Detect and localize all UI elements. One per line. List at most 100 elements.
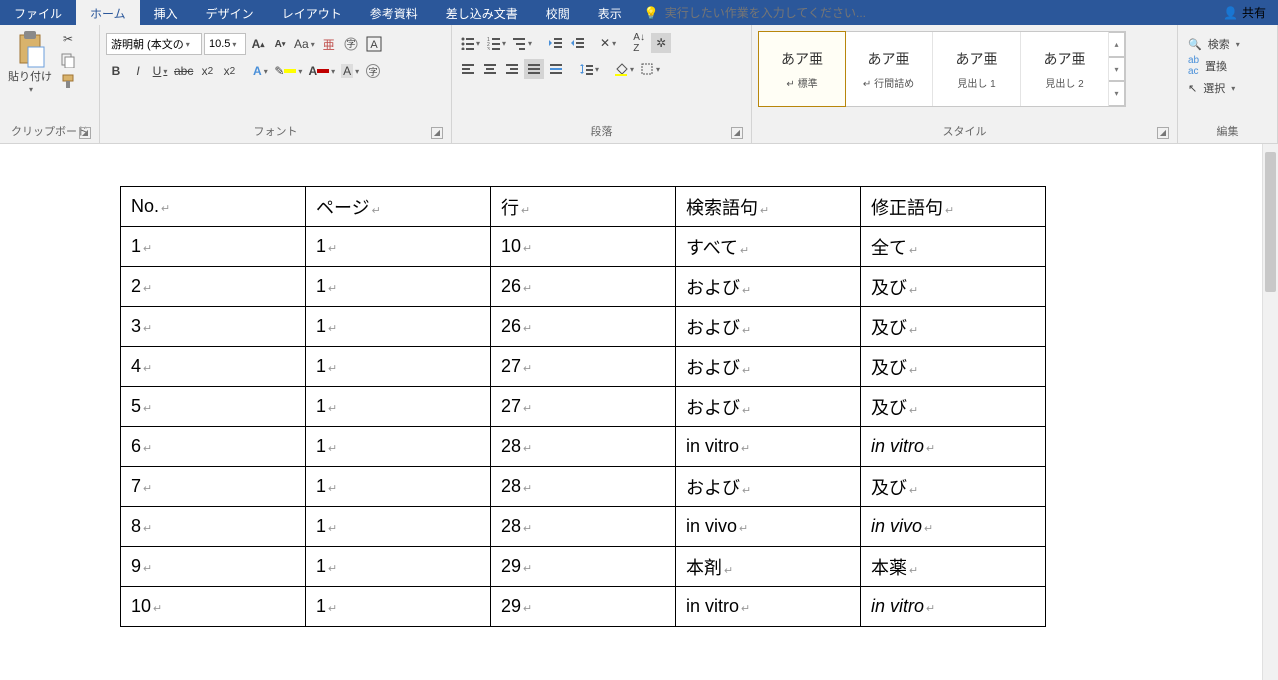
- select-button[interactable]: ↖選択▾: [1184, 77, 1239, 99]
- table-header[interactable]: 検索語句↵: [676, 187, 861, 227]
- shrink-font-button[interactable]: A▾: [270, 34, 290, 54]
- table-cell[interactable]: 全て↵: [861, 227, 1046, 267]
- font-size-combo[interactable]: 10.5: [204, 33, 246, 55]
- table-cell[interactable]: 1↵: [306, 307, 491, 347]
- font-dialog-launcher[interactable]: ◢: [431, 127, 443, 139]
- table-header[interactable]: ページ↵: [306, 187, 491, 227]
- table-row[interactable]: 6↵1↵28↵in vitro↵in vitro↵: [121, 427, 1046, 467]
- tab-mailings[interactable]: 差し込み文書: [432, 0, 532, 25]
- tab-references[interactable]: 参考資料: [356, 0, 432, 25]
- subscript-button[interactable]: x2: [197, 61, 217, 81]
- table-row[interactable]: 5↵1↵27↵および↵及び↵: [121, 387, 1046, 427]
- table-cell[interactable]: 本薬↵: [861, 547, 1046, 587]
- table-row[interactable]: 7↵1↵28↵および↵及び↵: [121, 467, 1046, 507]
- table-cell[interactable]: in vitro↵: [676, 587, 861, 627]
- table-cell[interactable]: 6↵: [121, 427, 306, 467]
- table-cell[interactable]: 及び↵: [861, 347, 1046, 387]
- table-row[interactable]: 2↵1↵26↵および↵及び↵: [121, 267, 1046, 307]
- highlight-button[interactable]: ✎: [272, 61, 304, 81]
- table-cell[interactable]: 及び↵: [861, 267, 1046, 307]
- align-center-button[interactable]: [480, 59, 500, 79]
- table-cell[interactable]: 29↵: [491, 547, 676, 587]
- format-painter-button[interactable]: [58, 71, 78, 91]
- table-cell[interactable]: 8↵: [121, 507, 306, 547]
- bullets-button[interactable]: [458, 33, 482, 53]
- style-heading1[interactable]: あア亜見出し 1: [933, 32, 1021, 106]
- table-cell[interactable]: 3↵: [121, 307, 306, 347]
- table-row[interactable]: 10↵1↵29↵in vitro↵in vitro↵: [121, 587, 1046, 627]
- table-cell[interactable]: 29↵: [491, 587, 676, 627]
- clipboard-dialog-launcher[interactable]: ◢: [79, 127, 91, 139]
- tab-insert[interactable]: 挿入: [140, 0, 192, 25]
- tell-me-input[interactable]: [665, 6, 875, 20]
- table-cell[interactable]: in vivo↵: [676, 507, 861, 547]
- table-cell[interactable]: 27↵: [491, 347, 676, 387]
- table-cell[interactable]: 1↵: [306, 427, 491, 467]
- table-cell[interactable]: 1↵: [306, 547, 491, 587]
- table-cell[interactable]: 及び↵: [861, 387, 1046, 427]
- document-area[interactable]: No.↵ページ↵行↵検索語句↵修正語句↵1↵1↵10↵すべて↵全て↵2↵1↵26…: [0, 144, 1262, 680]
- align-left-button[interactable]: [458, 59, 478, 79]
- table-row[interactable]: 4↵1↵27↵および↵及び↵: [121, 347, 1046, 387]
- replace-button[interactable]: abac置換: [1184, 55, 1231, 77]
- document-table[interactable]: No.↵ページ↵行↵検索語句↵修正語句↵1↵1↵10↵すべて↵全て↵2↵1↵26…: [120, 186, 1046, 627]
- table-cell[interactable]: 及び↵: [861, 467, 1046, 507]
- show-marks-button[interactable]: ✲: [651, 33, 671, 53]
- table-cell[interactable]: in vitro↵: [861, 587, 1046, 627]
- tab-view[interactable]: 表示: [584, 0, 636, 25]
- table-cell[interactable]: 本剤↵: [676, 547, 861, 587]
- table-cell[interactable]: 28↵: [491, 507, 676, 547]
- table-cell[interactable]: 10↵: [491, 227, 676, 267]
- multilevel-button[interactable]: [510, 33, 534, 53]
- align-right-button[interactable]: [502, 59, 522, 79]
- styles-dialog-launcher[interactable]: ◢: [1157, 127, 1169, 139]
- table-cell[interactable]: 5↵: [121, 387, 306, 427]
- sort-button[interactable]: A↓Z: [629, 33, 649, 53]
- table-cell[interactable]: 10↵: [121, 587, 306, 627]
- enclose-button[interactable]: 字: [363, 61, 383, 81]
- enclose-char-button[interactable]: 字: [341, 34, 361, 54]
- share-button[interactable]: 👤 共有: [1211, 0, 1278, 25]
- table-cell[interactable]: 4↵: [121, 347, 306, 387]
- shading-button[interactable]: [612, 59, 636, 79]
- char-shading-button[interactable]: A: [339, 61, 361, 81]
- table-header[interactable]: 修正語句↵: [861, 187, 1046, 227]
- tab-review[interactable]: 校閲: [532, 0, 584, 25]
- table-cell[interactable]: および↵: [676, 467, 861, 507]
- table-cell[interactable]: 1↵: [306, 587, 491, 627]
- table-row[interactable]: 1↵1↵10↵すべて↵全て↵: [121, 227, 1046, 267]
- table-cell[interactable]: 1↵: [306, 507, 491, 547]
- ruby-button[interactable]: 亜: [319, 34, 339, 54]
- style-scroll-up[interactable]: ▴: [1109, 32, 1125, 57]
- strike-button[interactable]: abc: [172, 61, 195, 81]
- table-cell[interactable]: 1↵: [306, 347, 491, 387]
- grow-font-button[interactable]: A▴: [248, 34, 268, 54]
- table-cell[interactable]: in vitro↵: [676, 427, 861, 467]
- justify-button[interactable]: [524, 59, 544, 79]
- table-header[interactable]: 行↵: [491, 187, 676, 227]
- copy-button[interactable]: [58, 50, 78, 70]
- table-header[interactable]: No.↵: [121, 187, 306, 227]
- cut-button[interactable]: ✂: [58, 29, 78, 49]
- vertical-scrollbar[interactable]: [1262, 144, 1278, 680]
- table-cell[interactable]: および↵: [676, 347, 861, 387]
- char-border-button[interactable]: A: [363, 34, 385, 54]
- table-cell[interactable]: 1↵: [306, 467, 491, 507]
- table-cell[interactable]: 1↵: [306, 267, 491, 307]
- table-cell[interactable]: 及び↵: [861, 307, 1046, 347]
- line-spacing-button[interactable]: [577, 59, 601, 79]
- tab-design[interactable]: デザイン: [192, 0, 268, 25]
- superscript-button[interactable]: x2: [219, 61, 239, 81]
- table-row[interactable]: 8↵1↵28↵in vivo↵in vivo↵: [121, 507, 1046, 547]
- table-cell[interactable]: 1↵: [306, 227, 491, 267]
- paste-button[interactable]: 貼り付け: [6, 29, 54, 95]
- italic-button[interactable]: I: [128, 61, 148, 81]
- scrollbar-thumb[interactable]: [1265, 152, 1276, 292]
- tab-layout[interactable]: レイアウト: [268, 0, 356, 25]
- table-cell[interactable]: 1↵: [306, 387, 491, 427]
- table-cell[interactable]: 9↵: [121, 547, 306, 587]
- tab-home[interactable]: ホーム: [76, 0, 140, 25]
- style-expand[interactable]: ▾: [1109, 81, 1125, 106]
- change-case-button[interactable]: Aa: [292, 34, 317, 54]
- paragraph-dialog-launcher[interactable]: ◢: [731, 127, 743, 139]
